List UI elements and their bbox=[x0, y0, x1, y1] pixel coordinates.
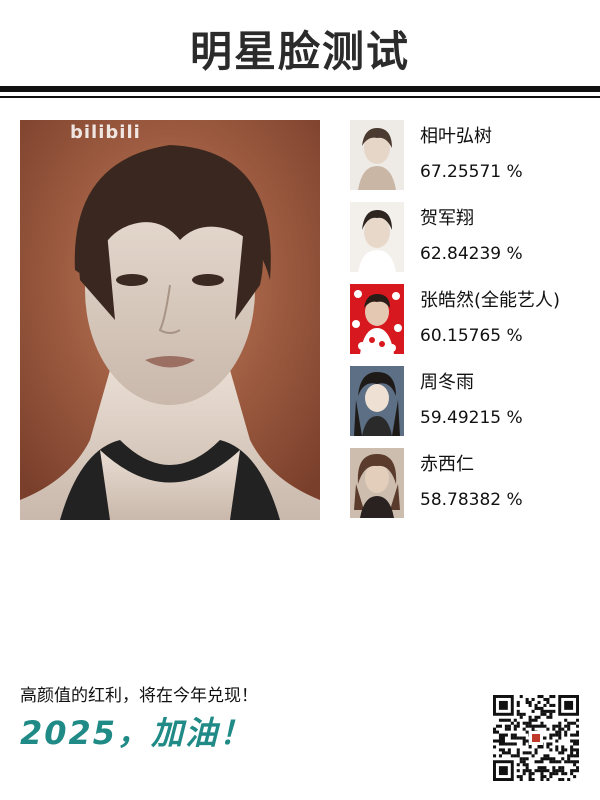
page-title: 明星脸测试 bbox=[189, 27, 410, 76]
result-thumbnail bbox=[350, 284, 404, 354]
result-name: 周冬雨 bbox=[420, 372, 474, 393]
main-photo: bilibili bbox=[20, 120, 320, 520]
result-item: 赤西仁 58.78382 % bbox=[350, 448, 590, 530]
result-item: 周冬雨 59.49215 % bbox=[350, 366, 590, 448]
result-name: 张皓然(全能艺人) bbox=[420, 290, 561, 311]
qr-code-icon bbox=[493, 695, 580, 782]
result-name: 贺军翔 bbox=[420, 208, 474, 229]
results-list: 相叶弘树 67.25571 % 贺军翔 62.84239 % 张皓然(全能艺人)… bbox=[350, 120, 590, 530]
result-item: 贺军翔 62.84239 % bbox=[350, 202, 590, 284]
result-thumbnail bbox=[350, 366, 404, 436]
result-score: 60.15765 % bbox=[420, 326, 523, 346]
result-item: 相叶弘树 67.25571 % bbox=[350, 120, 590, 202]
footer-message: 高颜值的红利，将在今年兑现！ bbox=[20, 686, 258, 706]
watermark-text: bilibili bbox=[70, 122, 141, 143]
result-name: 赤西仁 bbox=[420, 454, 474, 475]
result-score: 59.49215 % bbox=[420, 408, 523, 428]
result-thumbnail bbox=[350, 448, 404, 518]
portrait-illustration bbox=[20, 120, 320, 520]
footer-slogan: 2025，加油！ bbox=[20, 714, 254, 752]
result-score: 67.25571 % bbox=[420, 162, 523, 182]
result-thumbnail bbox=[350, 202, 404, 272]
header-divider-thin bbox=[0, 96, 600, 98]
result-item: 张皓然(全能艺人) 60.15765 % bbox=[350, 284, 590, 366]
result-score: 58.78382 % bbox=[420, 490, 523, 510]
result-score: 62.84239 % bbox=[420, 244, 523, 264]
result-name: 相叶弘树 bbox=[420, 126, 492, 147]
result-thumbnail bbox=[350, 120, 404, 190]
header-divider-thick bbox=[0, 86, 600, 92]
